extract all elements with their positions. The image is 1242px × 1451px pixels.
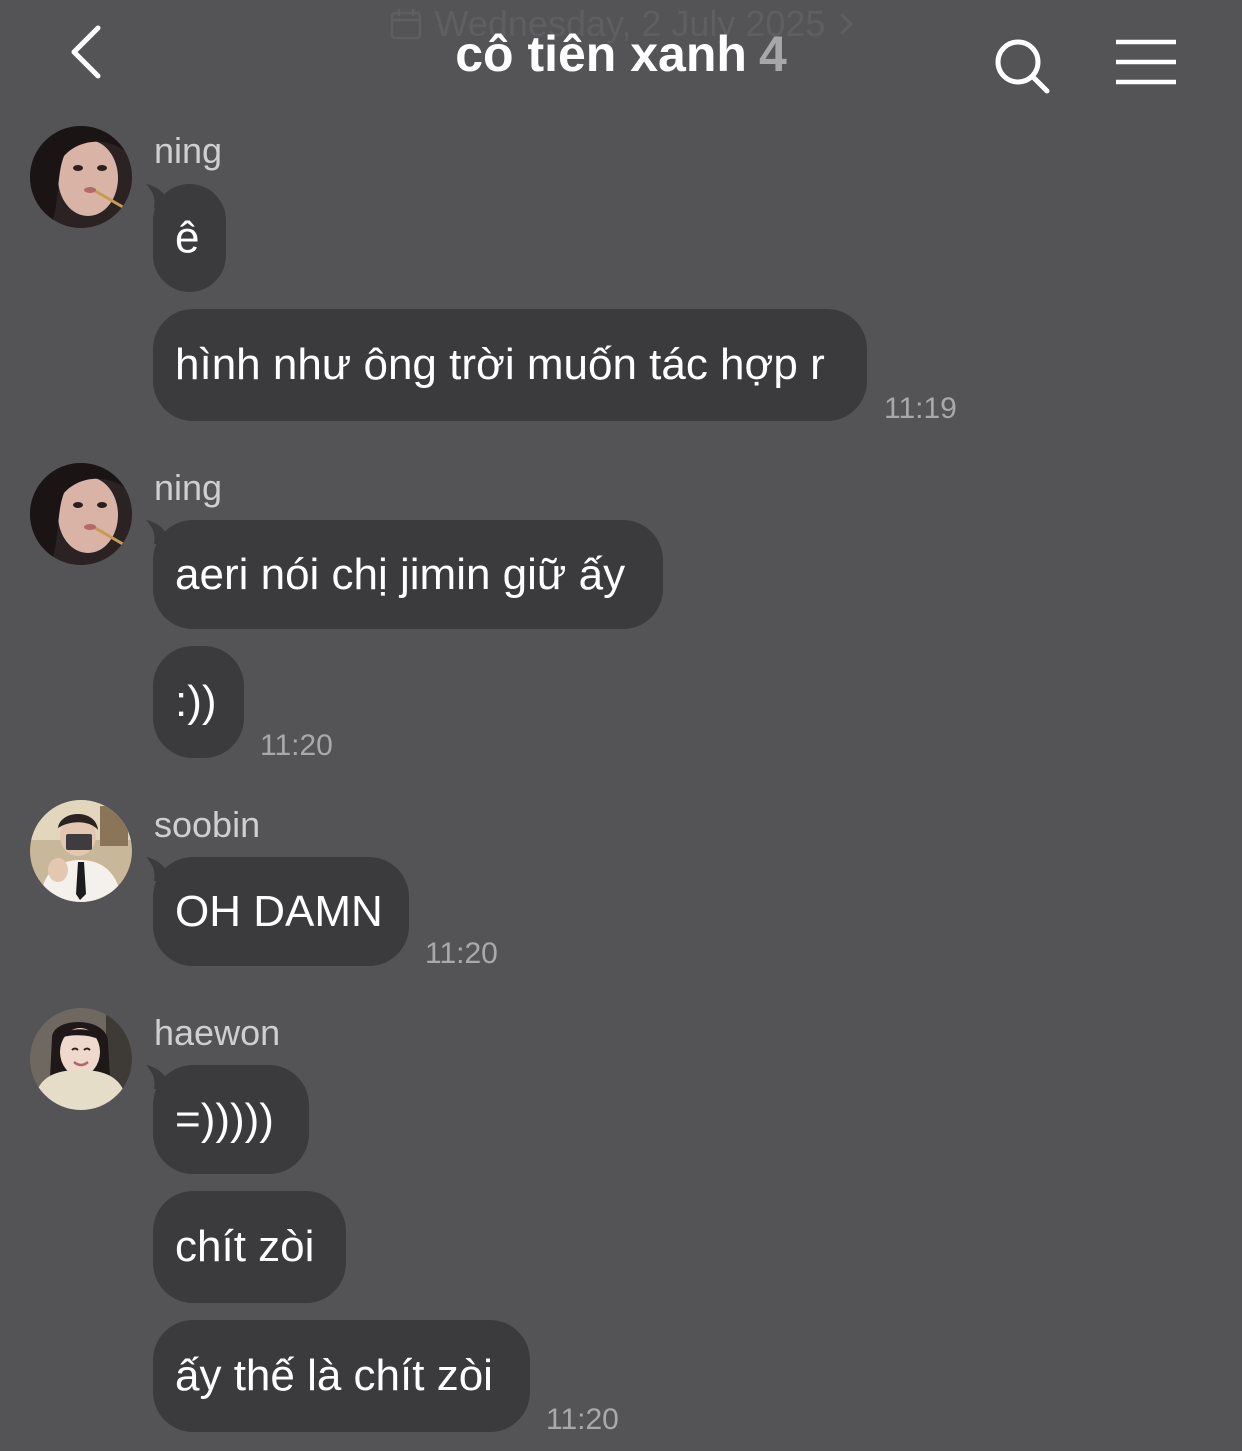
message-bubble[interactable]: =))))) bbox=[153, 1065, 309, 1174]
message-bubble[interactable]: aeri nói chị jimin giữ ấy bbox=[153, 520, 663, 629]
message-bubble[interactable]: ê bbox=[153, 184, 226, 292]
member-count: 4 bbox=[758, 26, 787, 82]
chat-screen: Wednesday, 2 July 2025 cô tiên xanh 4 ni… bbox=[0, 0, 1242, 1451]
message-bubble[interactable]: OH DAMN bbox=[153, 857, 409, 966]
message-time: 11:19 bbox=[884, 392, 957, 425]
message-time: 11:20 bbox=[260, 729, 333, 762]
hamburger-menu-icon bbox=[1112, 39, 1180, 94]
menu-button[interactable] bbox=[1112, 38, 1180, 90]
chat-name: cô tiên xanh bbox=[455, 26, 747, 82]
message-bubble[interactable]: chít zòi bbox=[153, 1191, 346, 1303]
message-bubble[interactable]: :)) bbox=[153, 646, 244, 758]
message-bubble[interactable]: ấy thế là chít zòi bbox=[153, 1320, 530, 1432]
sender-name: soobin bbox=[154, 804, 261, 845]
avatar-ning[interactable] bbox=[30, 126, 132, 228]
sender-name: ning bbox=[154, 467, 223, 508]
message-time: 11:20 bbox=[425, 937, 498, 970]
avatar-soobin[interactable] bbox=[30, 800, 132, 902]
sender-name: ning bbox=[154, 130, 223, 171]
search-button[interactable] bbox=[992, 36, 1052, 96]
message-bubble[interactable]: hình như ông trời muốn tác hợp r bbox=[153, 309, 867, 421]
message-time: 11:20 bbox=[546, 1403, 619, 1436]
sender-name: haewon bbox=[154, 1012, 281, 1053]
chat-title: cô tiên xanh 4 bbox=[0, 24, 1242, 84]
avatar-ning[interactable] bbox=[30, 463, 132, 565]
search-icon bbox=[992, 39, 1052, 100]
avatar-haewon[interactable] bbox=[30, 1008, 132, 1110]
